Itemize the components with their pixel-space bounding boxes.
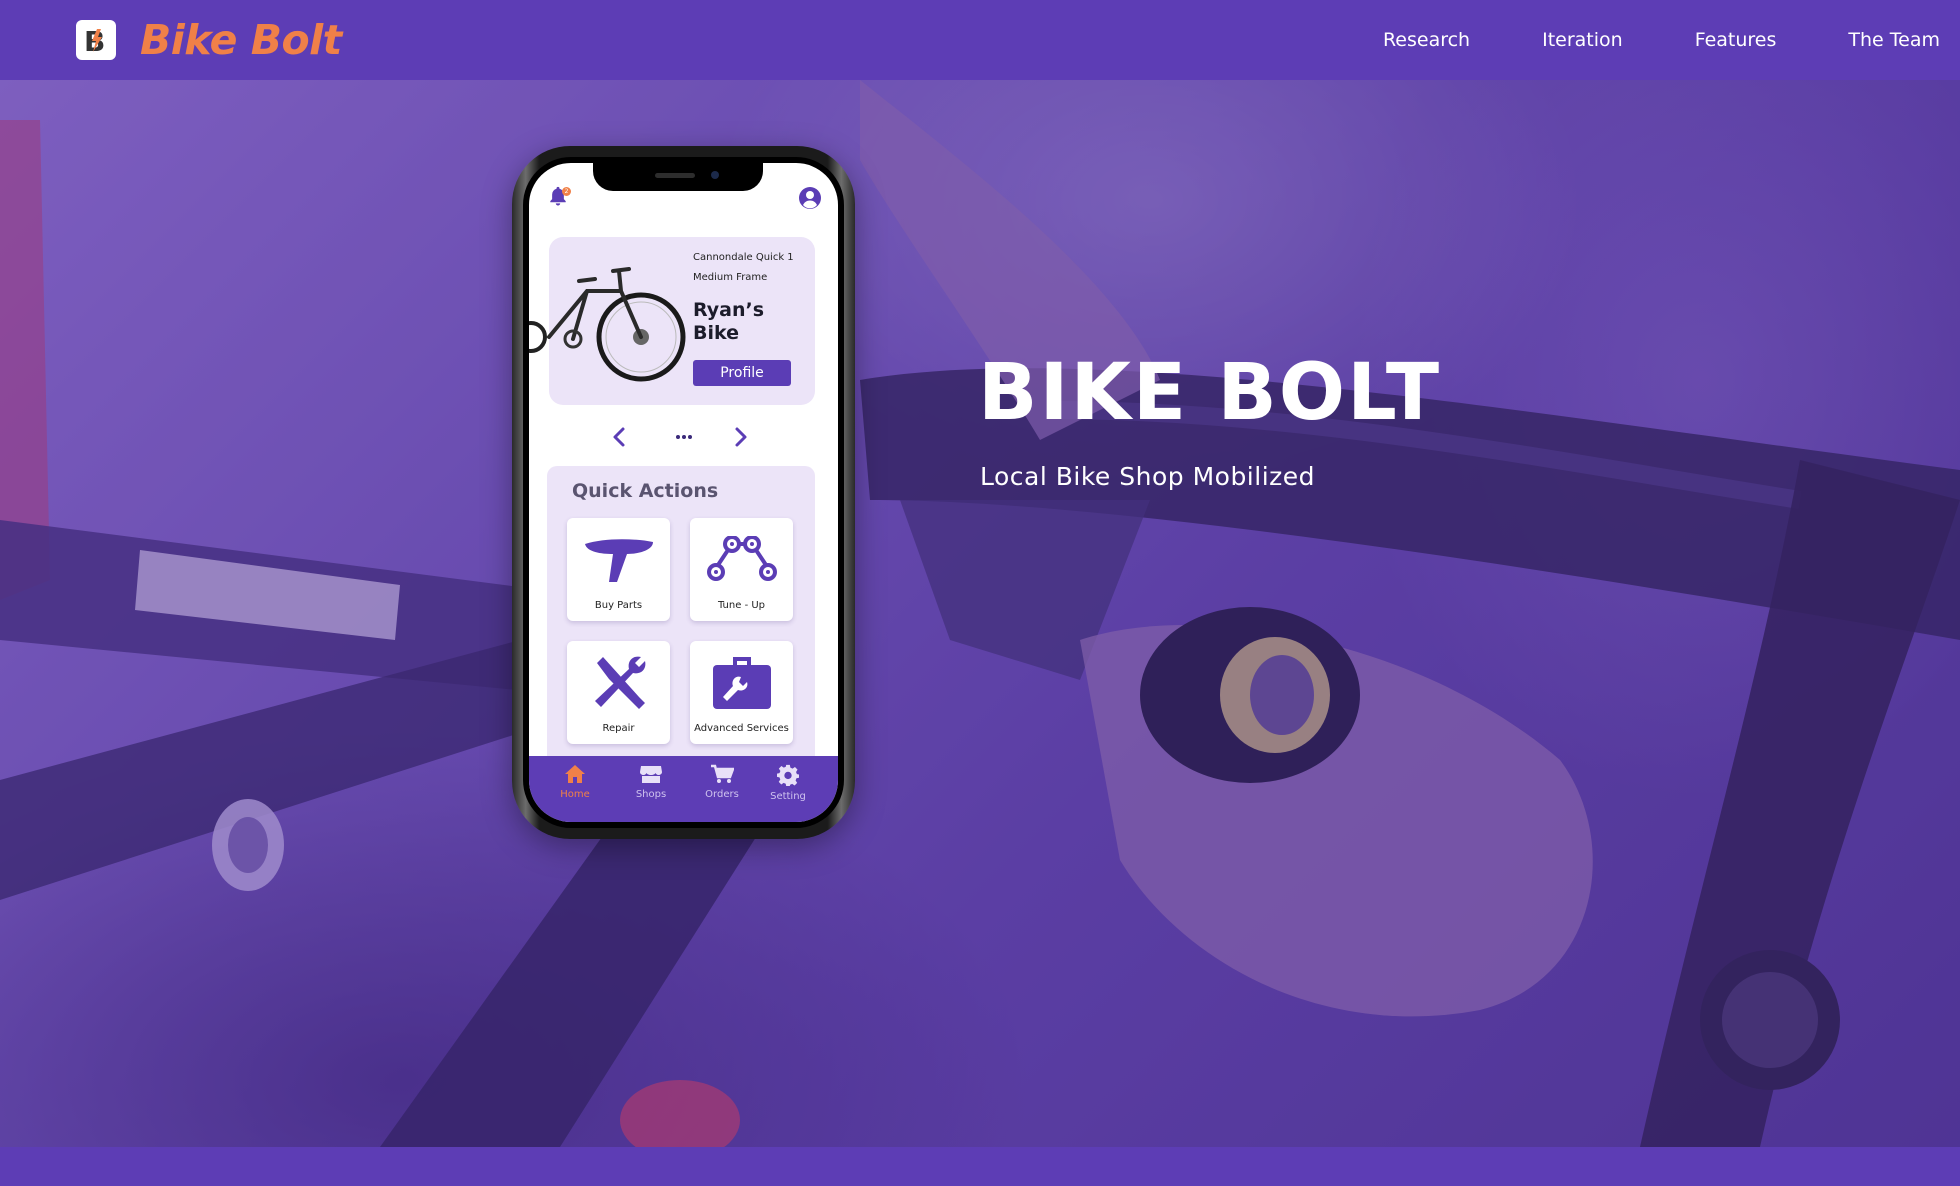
gear-icon (777, 764, 799, 790)
nav-link-the-team[interactable]: The Team (1848, 29, 1940, 51)
chevron-left-icon[interactable] (611, 425, 627, 453)
nav-link-iteration[interactable]: Iteration (1542, 29, 1623, 51)
bike-card: Cannondale Quick 1 Medium Frame Ryan’s B… (529, 237, 815, 405)
main-nav: Research Iteration Features The Team (1311, 0, 1940, 80)
bike-name: Ryan’s Bike (693, 299, 765, 344)
bike-illustration (529, 267, 686, 382)
phone-mockup: 2 Cannondale Quick 1 Medium Frame Ryan’s… (512, 146, 855, 839)
quick-action-tune-up[interactable]: Tune - Up (690, 518, 793, 621)
tab-label: Orders (705, 789, 739, 800)
phone-notch (593, 163, 763, 191)
tab-shops[interactable]: Shops (621, 764, 681, 800)
hero-title: BIKE BOLT (978, 348, 1442, 438)
quick-action-label: Tune - Up (717, 600, 766, 611)
store-icon (639, 766, 663, 788)
tab-setting[interactable]: Setting (758, 764, 818, 802)
pager-dots-icon[interactable] (675, 427, 693, 451)
brand-name: Bike Bolt (140, 16, 342, 64)
bike-seat-icon (567, 536, 670, 588)
quick-action-repair[interactable]: Repair (567, 641, 670, 744)
tab-home[interactable]: Home (545, 764, 605, 800)
hero-subtitle: Local Bike Shop Mobilized (980, 462, 1316, 491)
quick-action-label: Buy Parts (594, 600, 643, 611)
tab-label: Shops (635, 789, 667, 800)
hero-purple-overlay (0, 80, 1960, 1147)
phone-bezel: 2 Cannondale Quick 1 Medium Frame Ryan’s… (523, 157, 844, 828)
top-navbar: B Bike Bolt Research Iteration Features … (0, 0, 1960, 80)
bolt-b-logo-icon: B (76, 20, 116, 60)
bike-pager (611, 425, 757, 449)
tab-orders[interactable]: Orders (692, 764, 752, 800)
wrench-screwdriver-icon (567, 656, 670, 717)
phone-screen: 2 Cannondale Quick 1 Medium Frame Ryan’s… (529, 163, 838, 822)
nav-link-research[interactable]: Research (1383, 29, 1470, 51)
quick-action-label: Advanced Services (694, 723, 789, 734)
quick-action-buy-parts[interactable]: Buy Parts (567, 518, 670, 621)
chevron-right-icon[interactable] (733, 425, 749, 453)
brand-home-link[interactable]: B Bike Bolt (76, 16, 342, 64)
bike-frame-size: Medium Frame (693, 272, 768, 283)
tab-label: Setting (770, 791, 806, 802)
home-icon (564, 765, 586, 788)
hero-section: BIKE BOLT Local Bike Shop Mobilized 2 Ca… (0, 80, 1960, 1147)
cart-icon (710, 764, 735, 788)
quick-actions-title: Quick Actions (572, 480, 719, 502)
quick-actions-panel: Quick Actions Buy Parts Tune - Up Repair… (547, 466, 815, 768)
bike-chain-icon (690, 535, 793, 588)
bike-model: Cannondale Quick 1 (693, 252, 794, 263)
quick-action-advanced-services[interactable]: Advanced Services (690, 641, 793, 744)
footer-band (0, 1147, 1960, 1186)
quick-action-label: Repair (602, 723, 635, 734)
bottom-tab-bar: Home Shops Orders Setting (529, 756, 838, 822)
user-circle-icon[interactable] (798, 186, 822, 214)
toolbox-icon (690, 657, 793, 717)
notification-badge: 2 (562, 187, 571, 196)
nav-link-features[interactable]: Features (1695, 29, 1777, 51)
profile-button[interactable]: Profile (693, 360, 791, 386)
tab-label: Home (560, 789, 590, 800)
